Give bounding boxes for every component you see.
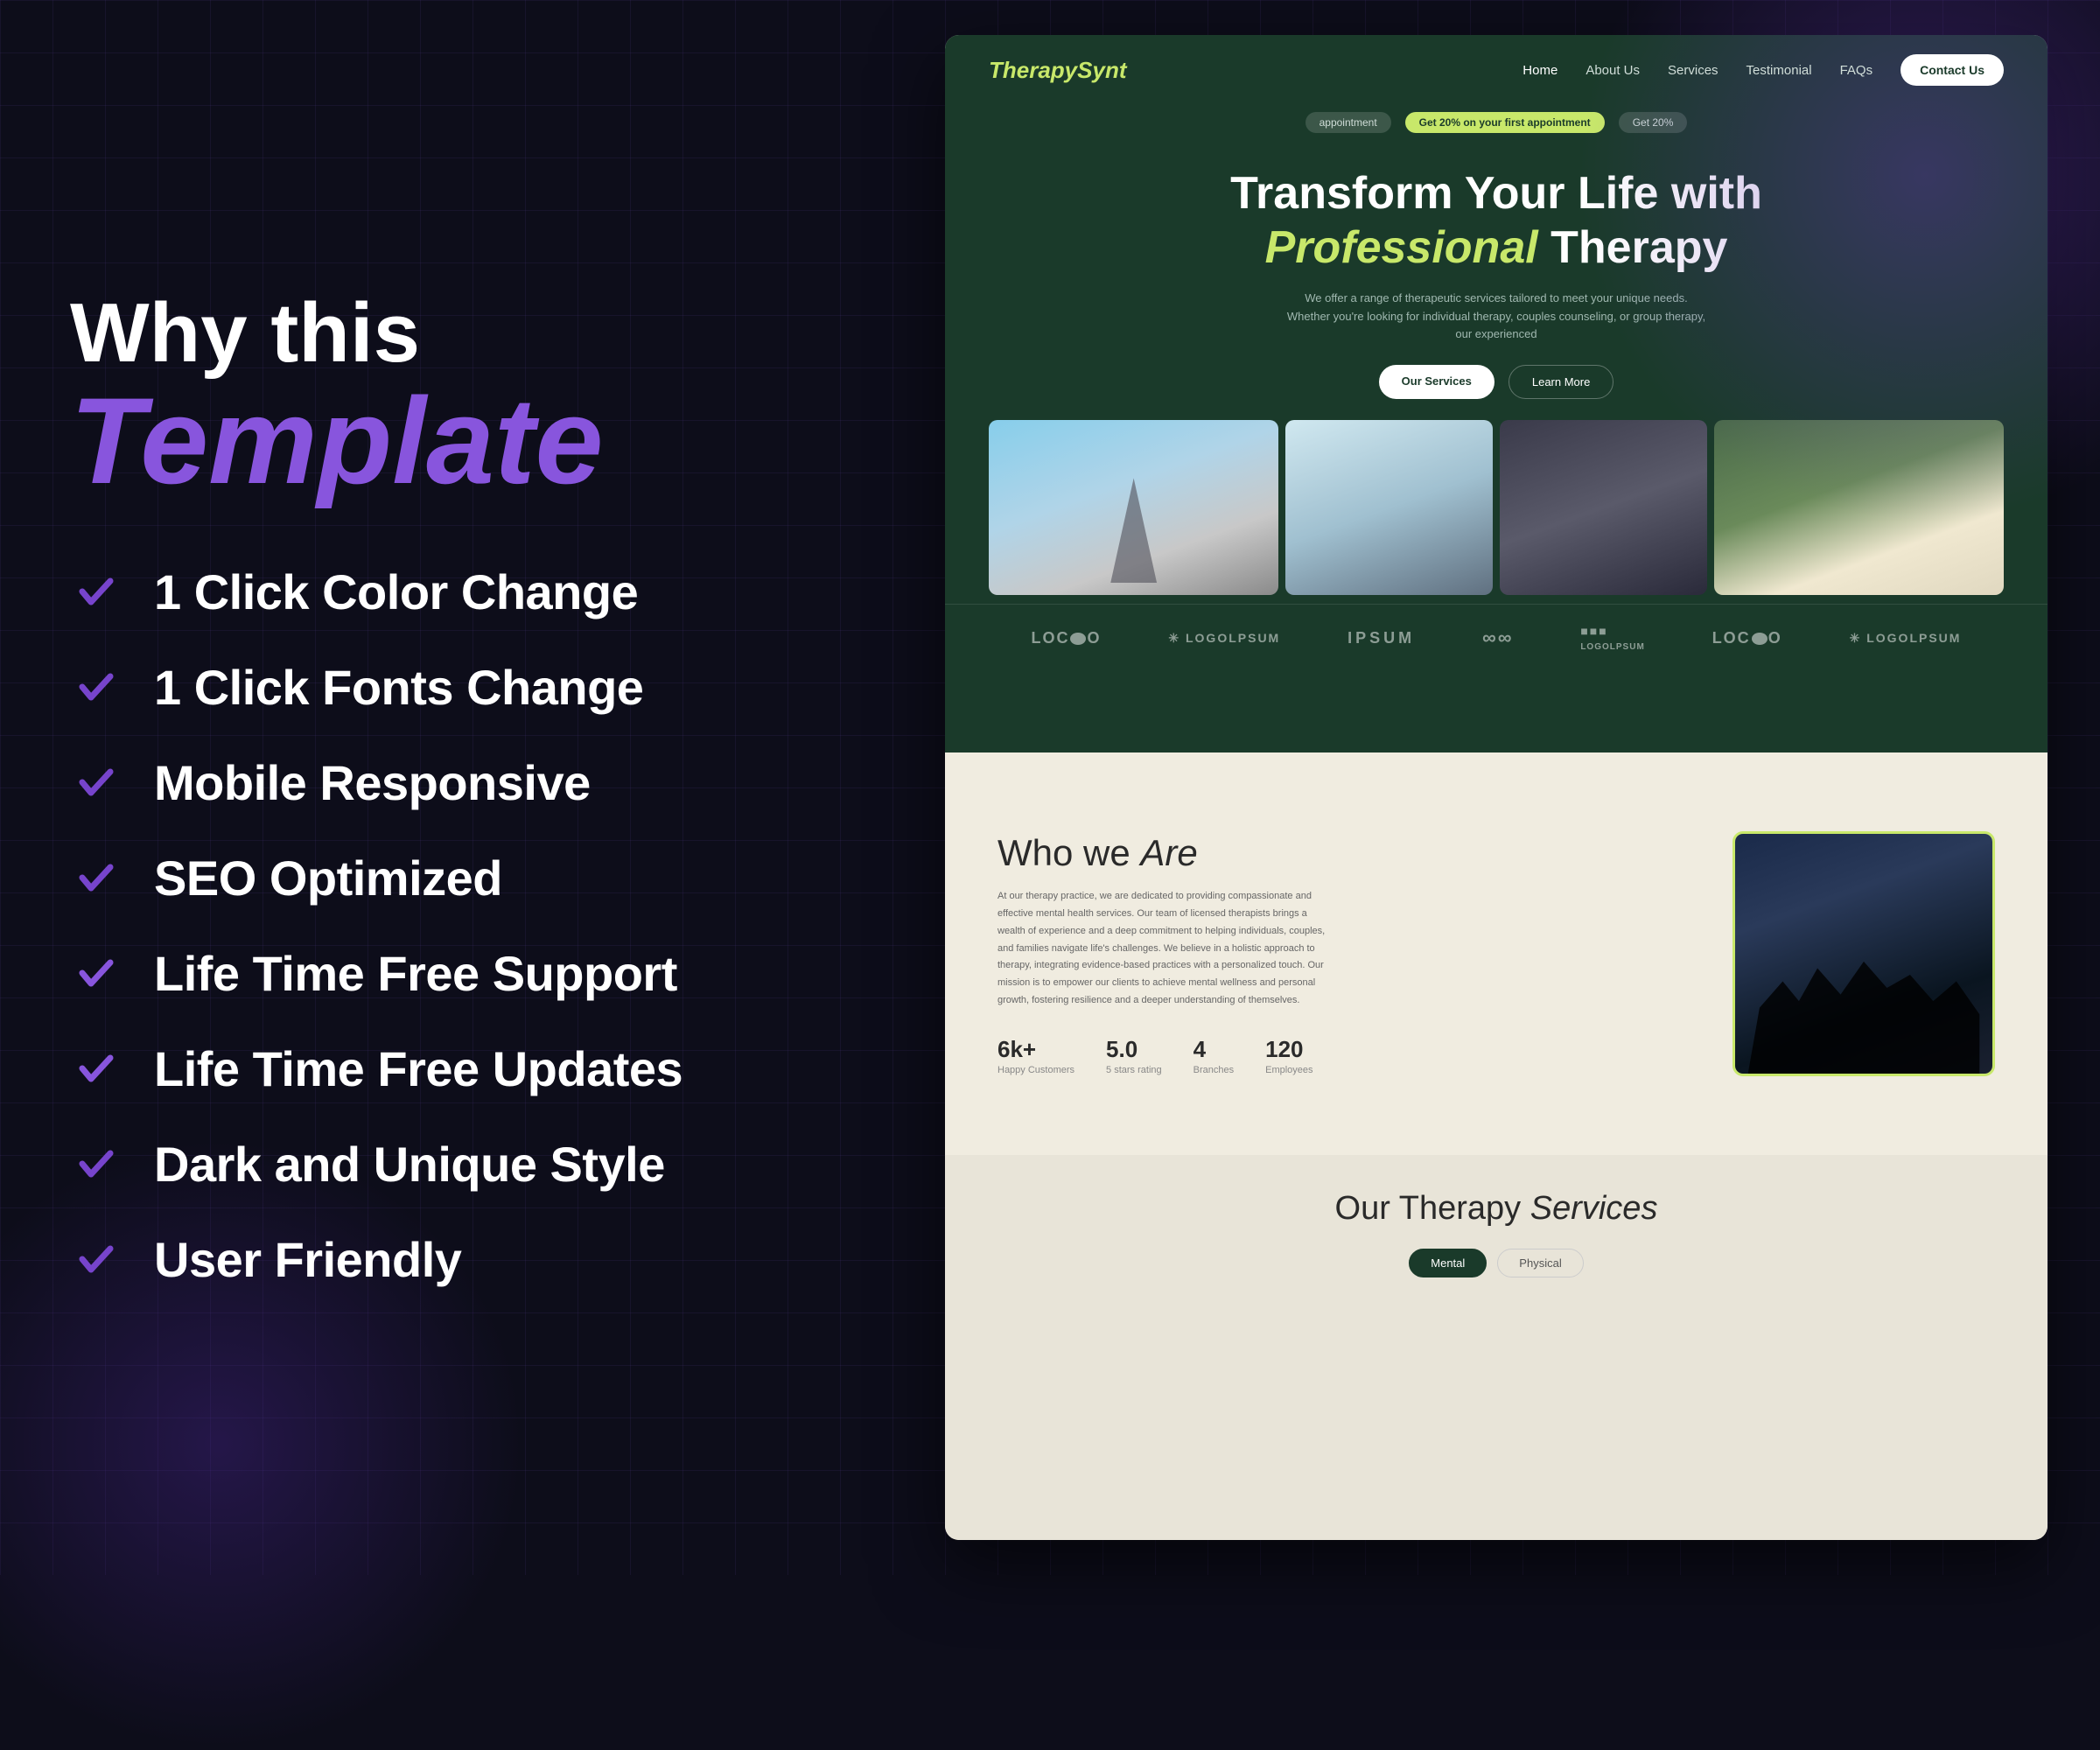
logo-item: IPSUM	[1348, 629, 1415, 648]
hero-subtitle: We offer a range of therapeutic services…	[1286, 290, 1706, 344]
services-heading: Our Therapy Services	[998, 1190, 1995, 1228]
about-heading-italic: Are	[1140, 832, 1197, 873]
hero-btn-services[interactable]: Our Services	[1379, 365, 1494, 399]
stat-number: 4	[1194, 1036, 1234, 1063]
stat-label: Happy Customers	[998, 1065, 1074, 1075]
stat-number: 6k+	[998, 1036, 1074, 1063]
website-preview: TherapySynt Home About Us Services Testi…	[945, 35, 2048, 1540]
logos-bar: LOCO ✳ Logolpsum IPSUM ∞∞ ■■■logolpsum L…	[945, 604, 2048, 671]
feature-text-dark: Dark and Unique Style	[154, 1136, 665, 1193]
stat-label: Branches	[1194, 1065, 1234, 1075]
logo-item: ✳ Logolpsum	[1850, 631, 1962, 646]
nav-link-about[interactable]: About Us	[1586, 63, 1640, 78]
feature-text-color: 1 Click Color Change	[154, 564, 638, 620]
checkmark-icon	[70, 851, 122, 904]
website-about-section: Who we Are At our therapy practice, we a…	[945, 752, 2048, 1155]
services-tabs: Mental Physical	[998, 1249, 1995, 1278]
nav-link-faqs[interactable]: FAQs	[1840, 63, 1873, 78]
about-heading: Who we Are	[998, 832, 1689, 874]
stat-number: 5.0	[1106, 1036, 1162, 1063]
site-nav: TherapySynt Home About Us Services Testi…	[945, 35, 2048, 105]
logo-item: ■■■logolpsum	[1580, 624, 1644, 652]
feature-text-seo: SEO Optimized	[154, 850, 502, 906]
announce-bar: appointment Get 20% on your first appoin…	[945, 105, 2048, 140]
feature-text-support: Life Time Free Support	[154, 945, 677, 1002]
why-title: Why this Template	[70, 287, 892, 564]
nav-links: Home About Us Services Testimonial FAQs …	[1522, 54, 2004, 86]
feature-text-updates: Life Time Free Updates	[154, 1040, 682, 1097]
hero-image-hand	[989, 420, 1278, 595]
hero-image-book	[1714, 420, 2004, 595]
logo-item: LOCO	[1712, 629, 1782, 648]
template-text: Template	[70, 380, 892, 502]
announce-pill-3: Get 20%	[1619, 112, 1688, 133]
checkmark-icon	[70, 565, 122, 618]
checkmark-icon	[70, 1138, 122, 1190]
hero-image-person	[1500, 420, 1707, 595]
checkmark-icon	[70, 1233, 122, 1285]
site-logo: TherapySynt	[989, 57, 1127, 84]
hero-images	[945, 420, 2048, 595]
about-image	[1732, 831, 1995, 1076]
hero-title-line1: Transform Your Life with	[1230, 168, 1762, 219]
about-body-text: At our therapy practice, we are dedicate…	[998, 888, 1330, 1010]
hero-content: Transform Your Life with Professional Th…	[945, 140, 2048, 399]
checkmark-icon	[70, 756, 122, 808]
website-services-section: Our Therapy Services Mental Physical	[945, 1155, 2048, 1540]
hero-title-italic: Professional	[1265, 222, 1538, 273]
hero-image-room	[1285, 420, 1493, 595]
service-tab-physical[interactable]: Physical	[1497, 1249, 1583, 1278]
feature-item: Life Time Free Support	[70, 945, 892, 1002]
hero-title-therapy: Therapy	[1538, 222, 1728, 273]
hero-title: Transform Your Life with Professional Th…	[998, 166, 1995, 276]
stat-item: 120 Employees	[1265, 1036, 1312, 1075]
announce-pill-1: appointment	[1306, 112, 1391, 133]
service-tab-mental[interactable]: Mental	[1409, 1249, 1487, 1278]
nav-link-testimonial[interactable]: Testimonial	[1746, 63, 1812, 78]
feature-item: 1 Click Fonts Change	[70, 659, 892, 716]
left-panel: Why this Template 1 Click Color Change 1…	[0, 0, 962, 1575]
nav-link-home[interactable]: Home	[1522, 63, 1558, 78]
feature-item: User Friendly	[70, 1231, 892, 1288]
stat-item: 6k+ Happy Customers	[998, 1036, 1074, 1075]
announce-pill-2[interactable]: Get 20% on your first appointment	[1405, 112, 1605, 133]
about-image-inner	[1735, 834, 1992, 1074]
feature-item: 1 Click Color Change	[70, 564, 892, 620]
nav-contact-button[interactable]: Contact Us	[1900, 54, 2004, 86]
stat-label: 5 stars rating	[1106, 1065, 1162, 1075]
checkmark-icon	[70, 661, 122, 713]
feature-item: Mobile Responsive	[70, 754, 892, 811]
stat-item: 5.0 5 stars rating	[1106, 1036, 1162, 1075]
about-heading-plain: Who we	[998, 832, 1140, 873]
feature-text-friendly: User Friendly	[154, 1231, 461, 1288]
feature-item: SEO Optimized	[70, 850, 892, 906]
hero-btn-learn-more[interactable]: Learn More	[1508, 365, 1614, 399]
stat-label: Employees	[1265, 1065, 1312, 1075]
why-text: Why this	[70, 287, 892, 380]
services-heading-plain: Our Therapy	[1335, 1190, 1530, 1227]
logo-item: ∞∞	[1482, 626, 1513, 649]
feature-text-fonts: 1 Click Fonts Change	[154, 659, 643, 716]
feature-item: Dark and Unique Style	[70, 1136, 892, 1193]
nav-link-services[interactable]: Services	[1668, 63, 1718, 78]
feature-list: 1 Click Color Change 1 Click Fonts Chang…	[70, 564, 892, 1288]
logo-item: ✳ Logolpsum	[1168, 631, 1280, 646]
hero-buttons: Our Services Learn More	[998, 365, 1995, 399]
website-hero-section: TherapySynt Home About Us Services Testi…	[945, 35, 2048, 752]
services-heading-italic: Services	[1530, 1190, 1658, 1227]
stats-row: 6k+ Happy Customers 5.0 5 stars rating 4…	[998, 1036, 1689, 1075]
stat-item: 4 Branches	[1194, 1036, 1234, 1075]
stat-number: 120	[1265, 1036, 1312, 1063]
feature-item: Life Time Free Updates	[70, 1040, 892, 1097]
about-text: Who we Are At our therapy practice, we a…	[998, 832, 1689, 1075]
logo-item: LOCO	[1031, 629, 1101, 648]
checkmark-icon	[70, 947, 122, 999]
checkmark-icon	[70, 1042, 122, 1095]
feature-text-mobile: Mobile Responsive	[154, 754, 591, 811]
